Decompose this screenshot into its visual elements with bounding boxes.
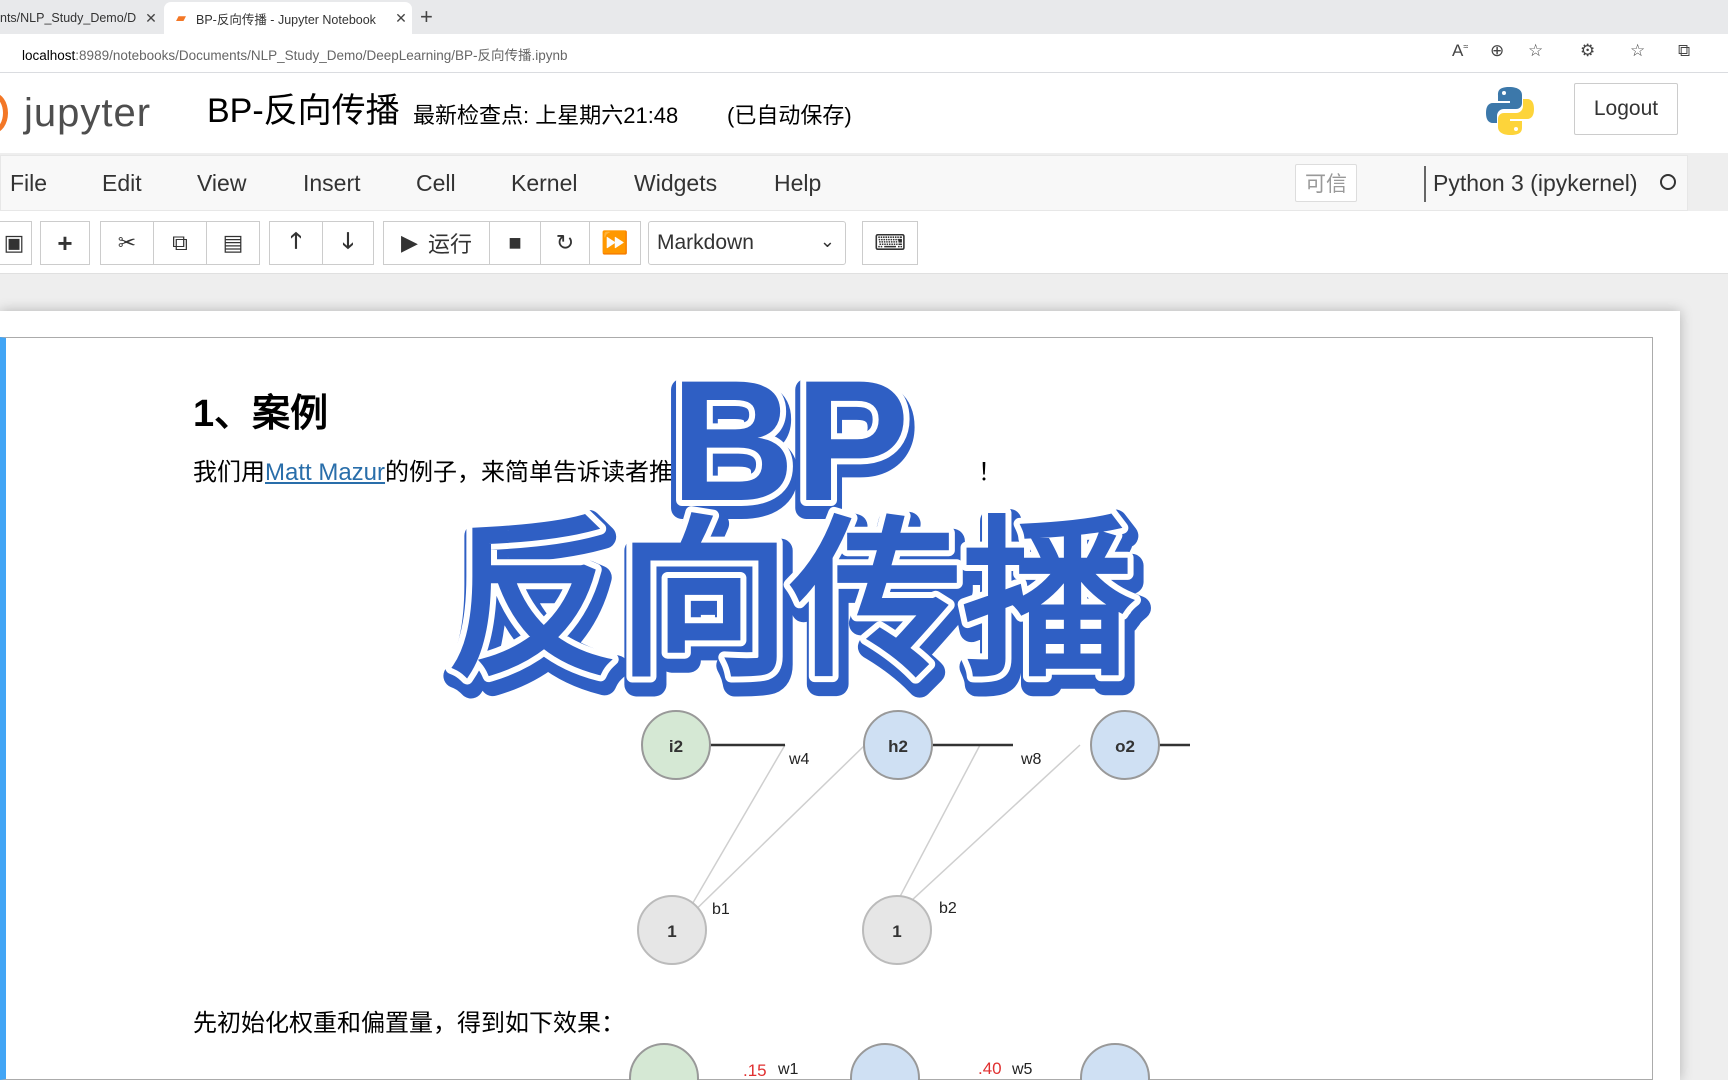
logout-button[interactable]: Logout <box>1574 83 1678 135</box>
menu-view[interactable]: View <box>197 170 246 197</box>
jupyter-logo[interactable]: jupyter <box>0 83 151 143</box>
kernel-name[interactable]: Python 3 (ipykernel) <box>1433 170 1638 197</box>
url-path: :8989/notebooks/Documents/NLP_Study_Demo… <box>75 48 568 63</box>
run-label: 运行 <box>427 232 472 257</box>
stop-icon: ■ <box>508 230 522 255</box>
cell-heading: 1、案例 <box>193 393 329 435</box>
cut-button[interactable]: ✂ <box>100 221 154 265</box>
copy-icon: ⧉ <box>172 230 188 255</box>
jupyter-logo-text: jupyter <box>24 90 152 135</box>
restart-button[interactable]: ↻ <box>540 221 590 265</box>
notebook-favicon-icon: ▰ <box>176 10 186 25</box>
initialized-weights-diagram: .15 w1 .40 w5 <box>629 1043 1150 1080</box>
url-host: localhost <box>22 48 76 63</box>
keyboard-icon: ⌨ <box>874 230 906 255</box>
restart-run-all-button[interactable]: ⏩ <box>589 221 641 265</box>
play-icon: ▶ <box>401 230 418 255</box>
weight-label-w4: w4 <box>788 751 810 768</box>
bias-label-b1: b1 <box>712 901 730 918</box>
zoom-icon[interactable]: ⊕ <box>1490 41 1504 61</box>
weight-label-w8: w8 <box>1020 751 1042 768</box>
kernel-idle-icon <box>1660 174 1676 190</box>
plus-icon: + <box>57 227 73 258</box>
matt-mazur-link[interactable]: Matt Mazur <box>265 459 385 486</box>
save-button[interactable]: ▣ <box>0 221 32 265</box>
menu-file[interactable]: File <box>10 170 47 197</box>
menu-widgets[interactable]: Widgets <box>634 170 717 197</box>
insert-cell-button[interactable]: + <box>40 221 90 265</box>
node-o1 <box>1080 1043 1150 1080</box>
scissors-icon: ✂ <box>117 230 137 255</box>
node-h1 <box>850 1043 920 1080</box>
title-overlay: BP BP BP 反向传播 反向传播 反向传播 <box>438 350 1151 717</box>
jupyter-header: jupyter BP-反向传播 最新检查点: 上星期六21:48 (已自动保存)… <box>0 73 1728 153</box>
weight-value-w5: .40 <box>978 1059 1002 1078</box>
url-field[interactable]: localhost:8989/notebooks/Documents/NLP_S… <box>22 44 568 64</box>
weight-value-w1: .15 <box>743 1061 767 1080</box>
favorite-add-icon[interactable]: ☆ <box>1528 41 1543 61</box>
tab-title: BP-反向传播 - Jupyter Notebook <box>196 12 376 27</box>
checkpoint-status: 最新检查点: 上星期六21:48 <box>413 103 679 128</box>
restart-icon: ↻ <box>555 230 575 255</box>
collections-icon[interactable]: ⧉ <box>1678 41 1690 61</box>
python-logo-icon <box>1486 87 1534 135</box>
address-bar: localhost:8989/notebooks/Documents/NLP_S… <box>0 34 1728 73</box>
chevron-down-icon: ⌄ <box>819 231 835 251</box>
browser-tab-inactive[interactable]: nts/NLP_Study_Demo/D ✕ <box>0 2 162 34</box>
menu-edit[interactable]: Edit <box>102 170 142 197</box>
node-i1 <box>629 1043 699 1080</box>
save-icon: ▣ <box>3 230 25 255</box>
weight-label-w5: w5 <box>1011 1061 1033 1078</box>
favorites-icon[interactable]: ☆ <box>1630 41 1645 61</box>
notebook-name[interactable]: BP-反向传播 <box>207 83 400 132</box>
arrow-up-icon: 🡑 <box>290 228 302 253</box>
read-aloud-icon[interactable]: A≈ <box>1452 41 1468 61</box>
run-button[interactable]: ▶ 运行 <box>383 221 490 265</box>
overlay-title-text: 反向传播 <box>446 505 1135 697</box>
menu-bar: File Edit View Insert Cell Kernel Widget… <box>0 155 1688 211</box>
close-icon[interactable]: ✕ <box>140 10 162 27</box>
bias-label-b2: b2 <box>939 900 957 917</box>
tab-title: nts/NLP_Study_Demo/D <box>0 11 137 25</box>
browser-tab-bar: nts/NLP_Study_Demo/D ✕ ▰ BP-反向传播 - Jupyt… <box>0 0 1728 34</box>
paste-button[interactable]: ▤ <box>206 221 260 265</box>
move-up-button[interactable]: 🡑 <box>269 221 323 265</box>
kernel-divider <box>1424 166 1426 202</box>
menu-cell[interactable]: Cell <box>416 170 456 197</box>
browser-tab-active[interactable]: ▰ BP-反向传播 - Jupyter Notebook ✕ <box>164 2 412 34</box>
weight-label-w1: w1 <box>777 1061 799 1078</box>
cell-type-select[interactable]: Markdown ⌄ <box>648 221 846 265</box>
autosave-status: (已自动保存) <box>727 103 852 128</box>
interrupt-button[interactable]: ■ <box>489 221 541 265</box>
copy-button[interactable]: ⧉ <box>153 221 207 265</box>
extensions-icon[interactable]: ⚙ <box>1580 41 1595 61</box>
trusted-indicator[interactable]: 可信 <box>1295 164 1357 202</box>
paste-icon: ▤ <box>222 230 244 255</box>
close-icon[interactable]: ✕ <box>390 10 412 27</box>
new-tab-button[interactable]: + <box>420 2 433 32</box>
menu-kernel[interactable]: Kernel <box>511 170 577 197</box>
menu-insert[interactable]: Insert <box>303 170 361 197</box>
jupyter-logo-icon <box>0 93 8 133</box>
notebook-toolbar: ▣ + ✂ ⧉ ▤ 🡑 🡓 ▶ 运行 ■ ↻ ⏩ Markdown ⌄ ⌨ <box>0 211 1728 274</box>
bias-node-2-label: 1 <box>892 922 901 941</box>
bias-edge <box>679 744 866 926</box>
cell-type-value: Markdown <box>657 231 754 254</box>
menu-help[interactable]: Help <box>774 170 821 197</box>
command-palette-button[interactable]: ⌨ <box>862 221 918 265</box>
arrow-down-icon: 🡓 <box>342 228 354 253</box>
move-down-button[interactable]: 🡓 <box>322 221 374 265</box>
fast-forward-icon: ⏩ <box>601 230 629 255</box>
para-prefix: 我们用 <box>193 459 265 486</box>
bias-node-1-label: 1 <box>667 922 676 941</box>
